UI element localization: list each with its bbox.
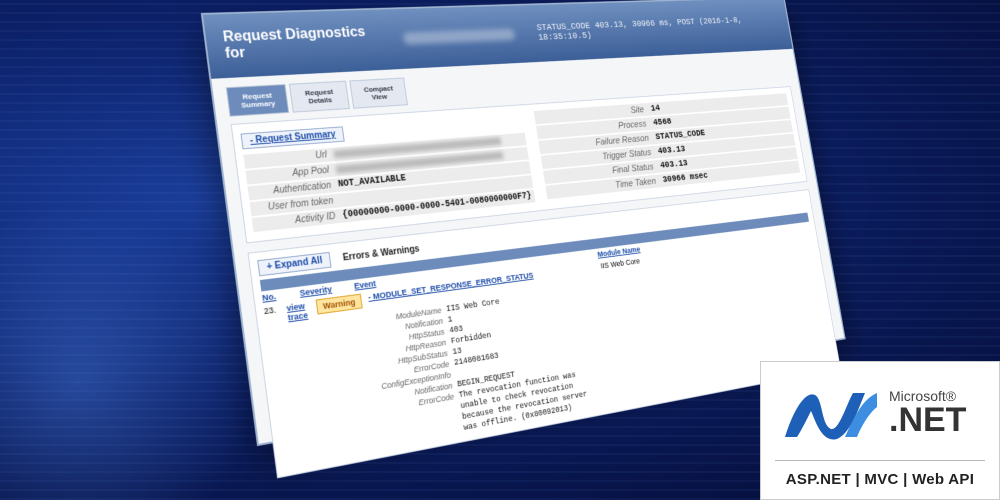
errors-title: Errors & Warnings [342,244,421,264]
dotnet-badge: Microsoft® .NET ASP.NET | MVC | Web API [760,361,1000,500]
dotnet-wordmark: Microsoft® .NET [889,389,966,437]
window-title: Request Diagnostics for [222,24,367,62]
dotnet-logo-row: Microsoft® .NET [761,362,999,448]
window-status: STATUS_CODE 403.13, 30966 ms, POST (2016… [536,16,743,44]
diagnostics-window: Request Diagnostics for STATUS_CODE 403.… [200,0,846,479]
detail-value: 1 [447,315,454,325]
warning-badge: Warning [315,293,363,315]
badge-divider [775,460,985,461]
window-stage: Request Diagnostics for STATUS_CODE 403.… [95,0,875,479]
summary-value: 4568 [652,117,673,129]
tab-request-details[interactable]: Request Details [288,80,350,113]
summary-value: STATUS_CODE [654,128,706,143]
summary-right: Site 14 Process 4568 Failure Reason STATUS_… [533,93,801,202]
module-name: IIS Web Core [599,256,641,271]
summary-value: 403.13 [657,144,687,157]
summary-value: 14 [650,103,661,114]
blurred-host [402,28,516,45]
summary-left: - Request Summary Url App Pool Authentic… [240,112,536,234]
badge-tagline: ASP.NET | MVC | Web API [785,471,975,488]
tab-request-summary[interactable]: Request Summary [225,84,290,117]
net-label: .NET [889,401,967,439]
request-summary-toggle[interactable]: - Request Summary [240,126,345,150]
summary-value: 30966 msec [662,171,709,186]
row-number: 23. [263,305,277,317]
summary-value: 403.13 [659,158,689,171]
tab-compact-view[interactable]: Compact View [349,77,408,109]
dotnet-logo-icon [785,393,877,440]
view-trace-link[interactable]: view trace [286,301,311,322]
